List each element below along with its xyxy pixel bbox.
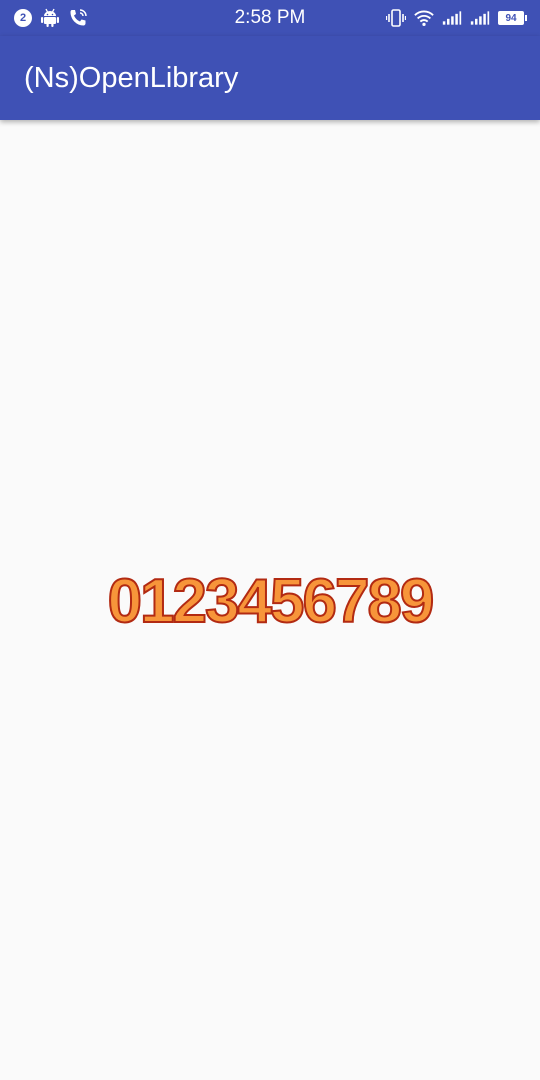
signal-icon bbox=[442, 8, 462, 28]
main-content: 0123456789 bbox=[0, 120, 540, 1080]
battery-icon: 94 bbox=[498, 11, 527, 25]
vibrate-icon bbox=[386, 8, 406, 28]
app-bar: (Ns)OpenLibrary bbox=[0, 36, 540, 120]
digits-text: 0123456789 bbox=[107, 567, 436, 637]
status-bar: 2 2:58 PM 94 bbox=[0, 0, 540, 36]
signal-2-icon bbox=[470, 8, 490, 28]
wifi-icon bbox=[414, 8, 434, 28]
app-title: (Ns)OpenLibrary bbox=[24, 62, 239, 94]
status-right-group: 94 bbox=[386, 0, 527, 36]
